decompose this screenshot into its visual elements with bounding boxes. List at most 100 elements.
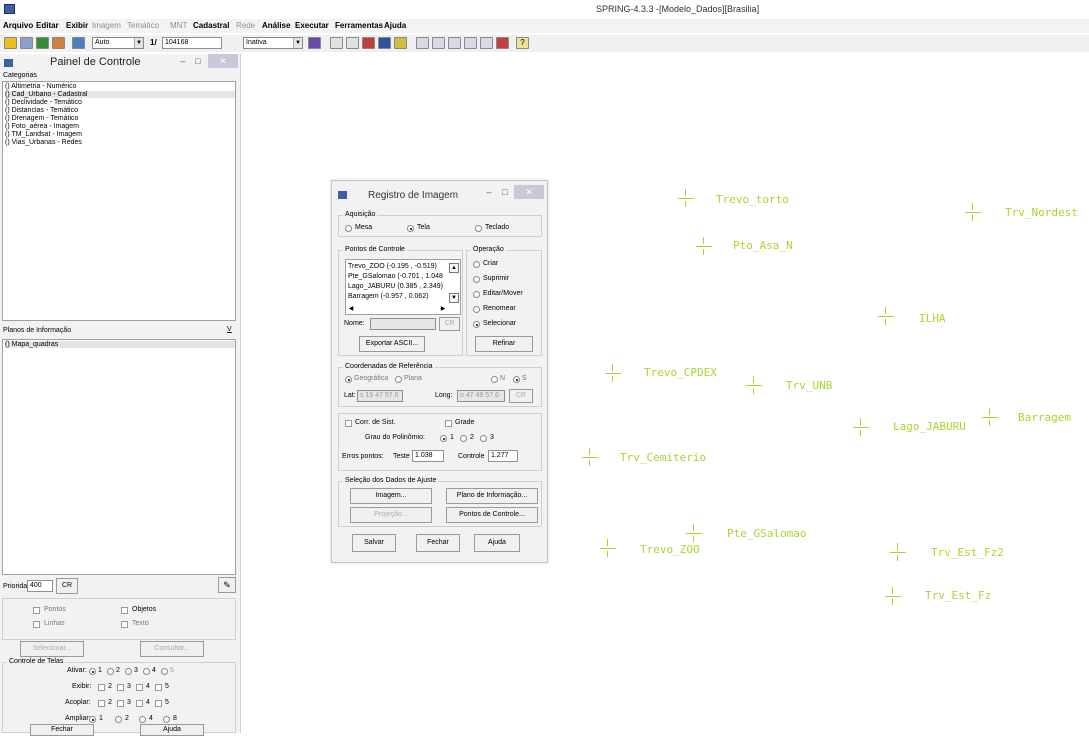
ativar-radio-1[interactable] — [89, 668, 96, 675]
panel-fechar-button[interactable]: Fechar — [30, 724, 94, 736]
planos-v-button[interactable]: V — [227, 326, 232, 333]
close-icon[interactable]: ✕ — [514, 185, 544, 199]
plano-informacao-button[interactable]: Plano de Informação... — [446, 488, 538, 504]
control-point-marker[interactable] — [890, 543, 906, 561]
menu-mnt[interactable]: MNT — [170, 21, 187, 30]
control-point-marker[interactable] — [605, 364, 621, 382]
control-point-marker[interactable] — [582, 448, 598, 466]
suprimir-radio[interactable] — [473, 276, 480, 283]
nome-input[interactable] — [370, 318, 436, 330]
acoplar-checkbox-4[interactable] — [136, 700, 143, 707]
control-point-marker[interactable] — [878, 307, 894, 325]
texto-checkbox[interactable] — [121, 621, 128, 628]
categories-list[interactable]: () Altimetria - Numérico () Cad_Urbano -… — [2, 81, 236, 321]
list-item[interactable]: Pte_GSalomao (-0.701 , 1.048 — [348, 273, 443, 280]
tool-line-icon[interactable] — [416, 37, 429, 49]
acoplar-checkbox-3[interactable] — [117, 700, 124, 707]
fechar-button[interactable]: Fechar — [416, 534, 460, 552]
draw-icon[interactable] — [308, 37, 321, 49]
ampliar-radio-2[interactable] — [115, 716, 122, 723]
grau-2-radio[interactable] — [460, 435, 467, 442]
pencil-icon[interactable]: ✎ — [218, 577, 236, 593]
maximize-icon[interactable]: □ — [498, 185, 512, 199]
menu-editar[interactable]: Editar — [36, 21, 59, 30]
pan-plus-icon[interactable] — [346, 37, 359, 49]
criar-radio[interactable] — [473, 261, 480, 268]
list-item[interactable]: () Foto_aérea - Imagem — [5, 123, 79, 130]
control-point-marker[interactable] — [678, 189, 694, 207]
ampliar-radio-8[interactable] — [163, 716, 170, 723]
open-project-icon[interactable] — [4, 37, 17, 49]
ativar-radio-3[interactable] — [125, 668, 132, 675]
info-icon[interactable] — [378, 37, 391, 49]
menu-analise[interactable]: Análise — [262, 21, 290, 30]
acoplar-checkbox-5[interactable] — [155, 700, 162, 707]
list-item[interactable]: Barragem (-0.957 , 0.062) — [348, 293, 429, 300]
exibir-checkbox-3[interactable] — [117, 684, 124, 691]
pointer-icon[interactable] — [394, 37, 407, 49]
scroll-up-icon[interactable]: ▲ — [449, 263, 459, 273]
menu-cadastral[interactable]: Cadastral — [193, 21, 229, 30]
control-point-marker[interactable] — [686, 524, 702, 542]
tool-area-icon[interactable] — [448, 37, 461, 49]
menu-exibir[interactable]: Exibir — [66, 21, 88, 30]
tool-poly-icon[interactable] — [432, 37, 445, 49]
ampliar-radio-4[interactable] — [139, 716, 146, 723]
exibir-checkbox-2[interactable] — [98, 684, 105, 691]
list-item[interactable]: () Cad_Urbano - Cadastral — [5, 91, 235, 98]
prioridade-cr-button[interactable]: CR — [56, 578, 78, 594]
menu-ajuda[interactable]: Ajuda — [384, 21, 406, 30]
prioridade-input[interactable]: 400 — [27, 580, 53, 592]
teclado-radio[interactable] — [475, 225, 482, 232]
grau-3-radio[interactable] — [480, 435, 487, 442]
list-item[interactable]: Trevo_ZOO (-0.195 , -0.519) — [348, 263, 437, 270]
control-point-marker[interactable] — [965, 203, 981, 221]
mode-select[interactable]: Inativa ▼ — [243, 37, 303, 49]
tool-edit-icon[interactable] — [464, 37, 477, 49]
control-point-marker[interactable] — [696, 237, 712, 255]
corr-sist-checkbox[interactable] — [345, 420, 352, 427]
control-point-marker[interactable] — [885, 587, 901, 605]
tool-node-icon[interactable] — [480, 37, 493, 49]
ajuda-button[interactable]: Ajuda — [474, 534, 520, 552]
n-radio[interactable] — [491, 376, 498, 383]
control-point-marker[interactable] — [982, 408, 998, 426]
long-input[interactable]: o 47 49 57.6 — [457, 390, 505, 402]
pontos-controle-button[interactable]: Pontos de Controle... — [446, 507, 538, 523]
coord-cr-button[interactable]: CR — [509, 389, 533, 403]
acoplar-checkbox-2[interactable] — [98, 700, 105, 707]
edit-icon[interactable] — [52, 37, 65, 49]
geografica-radio[interactable] — [345, 376, 352, 383]
list-item[interactable]: () Drenagem - Temático — [5, 115, 78, 122]
close-icon[interactable]: ✕ — [208, 54, 238, 68]
minimize-icon[interactable]: – — [482, 185, 496, 199]
grade-checkbox[interactable] — [445, 420, 452, 427]
s-radio[interactable] — [513, 376, 520, 383]
teste-input[interactable]: 1.038 — [412, 450, 444, 462]
ativar-radio-2[interactable] — [107, 668, 114, 675]
list-item[interactable]: () Distancias - Temático — [5, 107, 78, 114]
menu-tematico[interactable]: Temático — [127, 21, 159, 30]
control-point-marker[interactable] — [746, 376, 762, 394]
objetos-checkbox[interactable] — [121, 607, 128, 614]
control-point-marker[interactable] — [853, 418, 869, 436]
panel-ajuda-button[interactable]: Ajuda — [140, 724, 204, 736]
database-icon[interactable] — [20, 37, 33, 49]
control-point-marker[interactable] — [600, 539, 616, 557]
scale-mode-select[interactable]: Auto ▼ — [92, 37, 144, 49]
refinar-button[interactable]: Refinar — [475, 336, 533, 352]
cursor-info-icon[interactable] — [362, 37, 375, 49]
planos-list[interactable]: () Mapa_quadras — [2, 339, 236, 575]
ampliar-radio-1[interactable] — [89, 716, 96, 723]
display-icon[interactable] — [72, 37, 85, 49]
mesa-radio[interactable] — [345, 225, 352, 232]
layers-icon[interactable] — [36, 37, 49, 49]
controle-input[interactable]: 1.277 — [488, 450, 518, 462]
tela-radio[interactable] — [407, 225, 414, 232]
pontos-checkbox[interactable] — [33, 607, 40, 614]
minimize-icon[interactable]: – — [176, 54, 190, 68]
imagem-button[interactable]: Imagem... — [350, 488, 432, 504]
selecionar-radio[interactable] — [473, 321, 480, 328]
menu-imagem[interactable]: Imagem — [92, 21, 121, 30]
scroll-left-icon[interactable]: ◀ — [347, 305, 355, 313]
